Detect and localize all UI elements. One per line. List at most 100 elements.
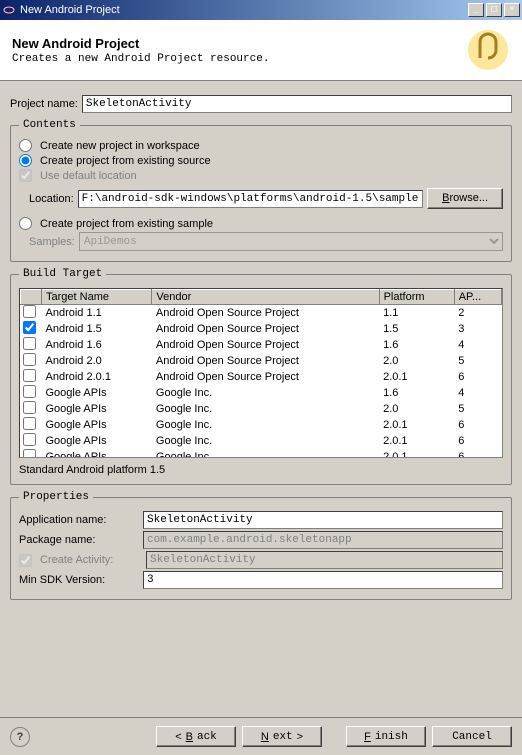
target-checkbox[interactable] <box>23 417 36 430</box>
checkbox-default-location-label: Use default location <box>40 170 137 182</box>
api-cell: 6 <box>454 449 501 458</box>
minimize-button[interactable]: _ <box>468 3 484 17</box>
api-cell: 6 <box>454 433 501 449</box>
page-subtitle: Creates a new Android Project resource. <box>12 53 466 65</box>
vendor-cell: Google Inc. <box>152 449 379 458</box>
vendor-cell: Google Inc. <box>152 401 379 417</box>
samples-label: Samples: <box>29 236 75 248</box>
platform-cell: 2.0.1 <box>379 433 454 449</box>
build-target-table-container[interactable]: Target Name Vendor Platform AP... Androi… <box>19 288 503 458</box>
eclipse-icon <box>2 3 16 17</box>
target-checkbox[interactable] <box>23 401 36 414</box>
platform-cell: 1.6 <box>379 385 454 401</box>
vendor-cell: Android Open Source Project <box>152 305 379 322</box>
radio-existing-source-label: Create project from existing source <box>40 155 211 167</box>
vendor-cell: Google Inc. <box>152 417 379 433</box>
target-checkbox[interactable] <box>23 385 36 398</box>
table-row[interactable]: Google APIsGoogle Inc.2.0.16 <box>21 417 502 433</box>
target-checkbox[interactable] <box>23 369 36 382</box>
table-row[interactable]: Android 1.1Android Open Source Project1.… <box>21 305 502 322</box>
table-row[interactable]: Android 2.0.1Android Open Source Project… <box>21 369 502 385</box>
checkbox-default-location <box>19 169 32 182</box>
vendor-cell: Android Open Source Project <box>152 353 379 369</box>
radio-existing-sample-label: Create project from existing sample <box>40 218 213 230</box>
col-api[interactable]: AP... <box>454 290 501 305</box>
vendor-cell: Google Inc. <box>152 433 379 449</box>
platform-cell: 2.0.1 <box>379 417 454 433</box>
target-name-cell: Android 1.5 <box>42 321 152 337</box>
table-row[interactable]: Google APIsGoogle Inc.2.0.16 <box>21 433 502 449</box>
platform-cell: 2.0.1 <box>379 369 454 385</box>
platform-cell: 1.5 <box>379 321 454 337</box>
android-logo-icon <box>466 28 510 72</box>
target-name-cell: Google APIs <box>42 401 152 417</box>
target-name-cell: Google APIs <box>42 449 152 458</box>
target-checkbox[interactable] <box>23 337 36 350</box>
api-cell: 6 <box>454 417 501 433</box>
target-name-cell: Android 2.0 <box>42 353 152 369</box>
window-titlebar: New Android Project _ □ × <box>0 0 522 20</box>
contents-legend: Contents <box>19 119 80 131</box>
help-icon[interactable]: ? <box>10 727 30 747</box>
package-name-label: Package name: <box>19 534 139 546</box>
build-target-group: Build Target Target Name Vendor Platform… <box>10 268 512 485</box>
table-row[interactable]: Google APIsGoogle Inc.2.0.16 <box>21 449 502 458</box>
radio-existing-sample[interactable] <box>19 217 32 230</box>
radio-new-project[interactable] <box>19 139 32 152</box>
api-cell: 5 <box>454 353 501 369</box>
vendor-cell: Android Open Source Project <box>152 321 379 337</box>
col-target-name[interactable]: Target Name <box>42 290 152 305</box>
create-activity-label: Create Activity: <box>40 554 142 566</box>
col-platform[interactable]: Platform <box>379 290 454 305</box>
radio-existing-source[interactable] <box>19 154 32 167</box>
target-name-cell: Android 1.1 <box>42 305 152 322</box>
samples-select: ApiDemos <box>79 232 503 251</box>
project-name-field[interactable] <box>82 95 512 113</box>
build-target-status: Standard Android platform 1.5 <box>19 464 503 476</box>
target-name-cell: Google APIs <box>42 385 152 401</box>
target-checkbox[interactable] <box>23 433 36 446</box>
table-row[interactable]: Android 2.0Android Open Source Project2.… <box>21 353 502 369</box>
api-cell: 6 <box>454 369 501 385</box>
cancel-button[interactable]: Cancel <box>432 726 512 747</box>
target-name-cell: Android 1.6 <box>42 337 152 353</box>
table-row[interactable]: Google APIsGoogle Inc.2.05 <box>21 401 502 417</box>
target-checkbox[interactable] <box>23 449 36 458</box>
platform-cell: 1.6 <box>379 337 454 353</box>
vendor-cell: Android Open Source Project <box>152 369 379 385</box>
browse-button[interactable]: Browse... <box>427 188 503 209</box>
min-sdk-field[interactable] <box>143 571 503 589</box>
platform-cell: 1.1 <box>379 305 454 322</box>
checkbox-create-activity <box>19 554 32 567</box>
min-sdk-label: Min SDK Version: <box>19 574 139 586</box>
location-label: Location: <box>29 193 74 205</box>
properties-legend: Properties <box>19 491 93 503</box>
finish-button[interactable]: Finish <box>346 726 426 747</box>
back-button[interactable]: < Back <box>156 726 236 747</box>
vendor-cell: Android Open Source Project <box>152 337 379 353</box>
col-vendor[interactable]: Vendor <box>152 290 379 305</box>
target-checkbox[interactable] <box>23 321 36 334</box>
table-row[interactable]: Google APIsGoogle Inc.1.64 <box>21 385 502 401</box>
create-activity-field <box>146 551 503 569</box>
target-name-cell: Android 2.0.1 <box>42 369 152 385</box>
package-name-field <box>143 531 503 549</box>
build-target-table: Target Name Vendor Platform AP... Androi… <box>20 289 502 458</box>
table-row[interactable]: Android 1.6Android Open Source Project1.… <box>21 337 502 353</box>
project-name-label: Project name: <box>10 98 78 110</box>
api-cell: 4 <box>454 385 501 401</box>
platform-cell: 2.0 <box>379 401 454 417</box>
wizard-button-bar: ? < Back Next > Finish Cancel <box>0 717 522 755</box>
maximize-button[interactable]: □ <box>486 3 502 17</box>
close-button[interactable]: × <box>504 3 520 17</box>
target-checkbox[interactable] <box>23 353 36 366</box>
location-field[interactable] <box>78 190 423 208</box>
target-checkbox[interactable] <box>23 305 36 318</box>
next-button[interactable]: Next > <box>242 726 322 747</box>
contents-group: Contents Create new project in workspace… <box>10 119 512 262</box>
platform-cell: 2.0 <box>379 353 454 369</box>
app-name-label: Application name: <box>19 514 139 526</box>
table-row[interactable]: Android 1.5Android Open Source Project1.… <box>21 321 502 337</box>
target-name-cell: Google APIs <box>42 433 152 449</box>
app-name-field[interactable] <box>143 511 503 529</box>
